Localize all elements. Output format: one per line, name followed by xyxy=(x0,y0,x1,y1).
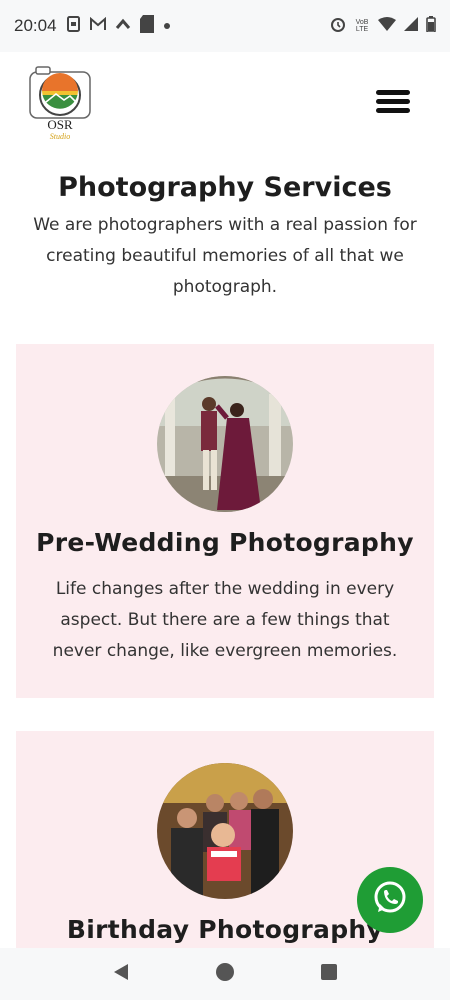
page-title: Photography Services xyxy=(58,172,392,203)
intro-text: We are photographers with a real passion… xyxy=(33,215,417,297)
back-icon[interactable] xyxy=(112,963,130,985)
system-nav-bar xyxy=(0,948,450,1000)
home-icon[interactable] xyxy=(215,962,235,986)
wifi-icon xyxy=(378,16,396,36)
osr-logo[interactable]: OSR Studio xyxy=(26,64,94,146)
status-time: 20:04 xyxy=(14,16,57,35)
whatsapp-icon xyxy=(371,879,409,921)
logo-subtext: Studio xyxy=(49,132,71,141)
volte-label-bottom: LTE xyxy=(355,26,369,33)
service-description: Life changes after the wedding in every … xyxy=(52,579,398,661)
sim-card-icon xyxy=(139,14,155,39)
whatsapp-button[interactable] xyxy=(357,867,423,933)
pre-wedding-photo xyxy=(157,376,293,512)
status-right-icons: VoB LTE xyxy=(330,15,436,37)
gmail-icon xyxy=(89,16,107,36)
logo-text: OSR xyxy=(47,117,73,132)
service-title: Pre-Wedding Photography xyxy=(36,528,414,557)
chevron-up-icon xyxy=(115,17,131,35)
hamburger-menu-icon[interactable] xyxy=(376,90,410,114)
dot-icon xyxy=(163,17,171,35)
volte-label-top: VoB xyxy=(355,19,369,26)
recents-icon[interactable] xyxy=(320,963,338,985)
signal-icon xyxy=(404,16,418,36)
status-bar: 20:04 VoB LTE xyxy=(0,0,450,52)
service-card-pre-wedding: Pre-Wedding Photography Life changes aft… xyxy=(16,344,434,698)
alarm-icon xyxy=(330,16,346,37)
birthday-photo xyxy=(157,763,293,899)
screenshot-icon xyxy=(66,15,81,37)
volte-icon: VoB LTE xyxy=(354,19,370,33)
battery-icon xyxy=(426,15,436,37)
status-left-icons xyxy=(66,14,171,39)
